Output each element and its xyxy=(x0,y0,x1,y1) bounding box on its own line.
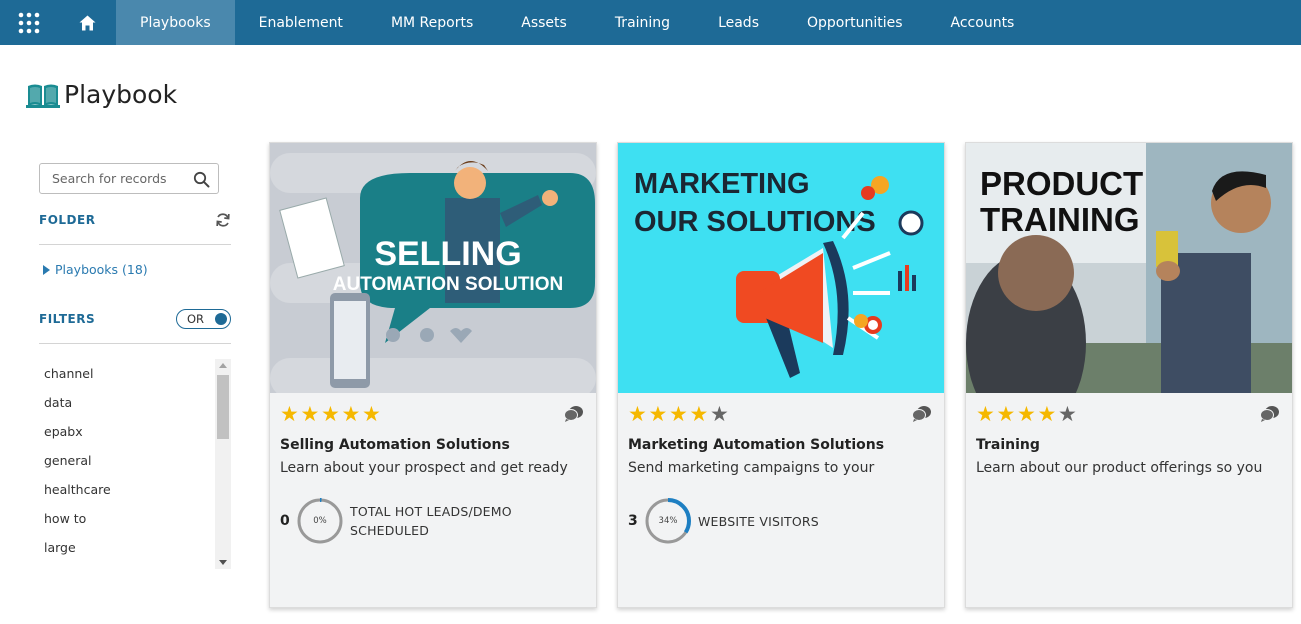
filter-item[interactable]: channel xyxy=(39,359,231,388)
filter-scrollbar[interactable] xyxy=(215,359,231,569)
home-icon xyxy=(79,15,95,30)
star-icon[interactable]: ★ xyxy=(362,403,383,425)
playbook-card-training[interactable]: PRODUCT TRAINING ★ ★ ★ ★ ★ Training Lear… xyxy=(965,142,1293,608)
search-box[interactable] xyxy=(39,163,219,194)
star-icon[interactable]: ★ xyxy=(342,403,363,425)
chat-icon[interactable] xyxy=(1260,405,1280,422)
card-image-line2: AUTOMATION SOLUTION xyxy=(333,274,563,295)
card-image-line2: TRAINING xyxy=(980,201,1140,238)
star-rating[interactable]: ★ ★ ★ ★ ★ xyxy=(628,403,731,425)
tab-enablement[interactable]: Enablement xyxy=(235,0,367,45)
card-title[interactable]: Selling Automation Solutions xyxy=(280,437,510,453)
star-icon[interactable]: ★ xyxy=(690,403,711,425)
app-launcher-button[interactable] xyxy=(0,0,58,45)
metric-count: 3 xyxy=(628,513,638,529)
tab-assets[interactable]: Assets xyxy=(497,0,591,45)
card-image: PRODUCT TRAINING xyxy=(966,143,1292,393)
card-description: Learn about our product offerings so you xyxy=(976,460,1263,476)
card-image-line1: MARKETING xyxy=(634,168,810,200)
filters-divider xyxy=(39,343,231,344)
folder-heading: FOLDER xyxy=(39,213,96,227)
card-title[interactable]: Training xyxy=(976,437,1040,453)
card-metric: 0 0% TOTAL HOT LEADS/DEMO SCHEDULED xyxy=(280,497,512,545)
tab-playbooks[interactable]: Playbooks xyxy=(116,0,235,45)
folder-item-playbooks[interactable]: Playbooks (18) xyxy=(43,262,148,277)
metric-label-line1: TOTAL HOT LEADS/DEMO xyxy=(350,504,512,519)
toggle-knob xyxy=(215,313,227,325)
or-toggle[interactable]: OR xyxy=(176,309,231,329)
folder-divider xyxy=(39,244,231,245)
chat-icon[interactable] xyxy=(564,405,584,422)
card-image: SELLING AUTOMATION SOLUTION xyxy=(270,143,596,393)
card-title[interactable]: Marketing Automation Solutions xyxy=(628,437,884,453)
card-image: MARKETING OUR SOLUTIONS xyxy=(618,143,944,393)
refresh-icon[interactable] xyxy=(215,212,231,228)
filter-item[interactable]: data xyxy=(39,388,231,417)
app-grid-icon xyxy=(18,12,40,33)
chat-icon[interactable] xyxy=(912,405,932,422)
star-icon[interactable]: ★ xyxy=(301,403,322,425)
metric-label: TOTAL HOT LEADS/DEMO SCHEDULED xyxy=(350,502,512,540)
tab-leads[interactable]: Leads xyxy=(694,0,783,45)
star-rating[interactable]: ★ ★ ★ ★ ★ xyxy=(280,403,383,425)
metric-percent: 0% xyxy=(313,516,327,526)
star-icon[interactable]: ★ xyxy=(669,403,690,425)
card-description: Send marketing campaigns to your xyxy=(628,460,875,476)
star-icon[interactable]: ★ xyxy=(976,403,997,425)
tab-opportunities[interactable]: Opportunities xyxy=(783,0,927,45)
card-metric: 3 34% WEBSITE VISITORS xyxy=(628,497,819,545)
scroll-thumb[interactable] xyxy=(217,375,229,439)
card-image-line2: OUR SOLUTIONS xyxy=(634,206,876,238)
star-rating[interactable]: ★ ★ ★ ★ ★ xyxy=(976,403,1079,425)
star-icon[interactable]: ★ xyxy=(1058,403,1079,425)
filter-item[interactable]: epabx xyxy=(39,417,231,446)
star-icon[interactable]: ★ xyxy=(280,403,301,425)
card-description: Learn about your prospect and get ready xyxy=(280,460,568,476)
filter-list: channel data epabx general healthcare ho… xyxy=(39,359,231,569)
playbook-card-marketing[interactable]: MARKETING OUR SOLUTIONS ★ ★ ★ ★ ★ Market… xyxy=(617,142,945,608)
filters-heading: FILTERS xyxy=(39,312,96,326)
star-icon[interactable]: ★ xyxy=(1017,403,1038,425)
card-image-line1: SELLING xyxy=(374,235,521,273)
book-icon xyxy=(26,84,60,108)
star-icon[interactable]: ★ xyxy=(710,403,731,425)
metric-count: 0 xyxy=(280,513,290,529)
filter-item[interactable]: how to xyxy=(39,504,231,533)
home-button[interactable] xyxy=(58,0,116,45)
star-icon[interactable]: ★ xyxy=(321,403,342,425)
filter-item[interactable]: healthcare xyxy=(39,475,231,504)
metric-label-line2: SCHEDULED xyxy=(350,523,430,538)
toggle-label: OR xyxy=(187,312,205,326)
progress-ring: 34% xyxy=(644,497,692,545)
star-icon[interactable]: ★ xyxy=(649,403,670,425)
tab-accounts[interactable]: Accounts xyxy=(927,0,1039,45)
search-input[interactable] xyxy=(52,171,188,186)
scroll-down-icon[interactable] xyxy=(219,560,227,565)
filter-item[interactable]: general xyxy=(39,446,231,475)
metric-label: WEBSITE VISITORS xyxy=(698,512,819,531)
tab-training[interactable]: Training xyxy=(591,0,694,45)
metric-percent: 34% xyxy=(658,516,678,526)
caret-right-icon xyxy=(43,264,50,275)
page-header: Playbook xyxy=(26,80,177,109)
top-nav: Playbooks Enablement MM Reports Assets T… xyxy=(0,0,1301,45)
card-image-line1: PRODUCT xyxy=(980,165,1143,202)
page-title: Playbook xyxy=(64,80,178,109)
scroll-up-icon[interactable] xyxy=(219,363,227,368)
star-icon[interactable]: ★ xyxy=(997,403,1018,425)
playbook-card-selling[interactable]: SELLING AUTOMATION SOLUTION ★ ★ ★ ★ ★ Se… xyxy=(269,142,597,608)
star-icon[interactable]: ★ xyxy=(628,403,649,425)
tab-mm-reports[interactable]: MM Reports xyxy=(367,0,497,45)
filter-item[interactable]: large xyxy=(39,533,231,562)
progress-ring: 0% xyxy=(296,497,344,545)
folder-item-label: Playbooks (18) xyxy=(55,262,148,277)
metric-label-line1: WEBSITE VISITORS xyxy=(698,513,819,529)
search-icon[interactable] xyxy=(193,171,210,188)
star-icon[interactable]: ★ xyxy=(1038,403,1059,425)
